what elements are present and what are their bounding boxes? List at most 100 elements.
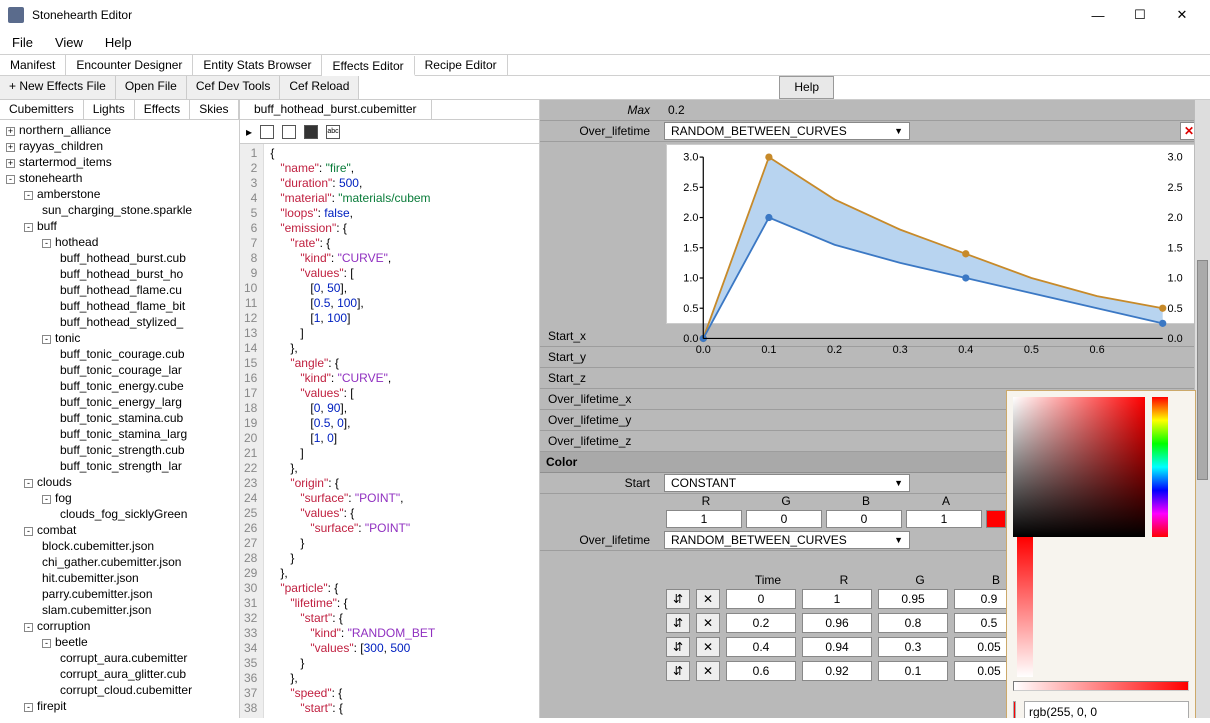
main-tab[interactable]: Recipe Editor (415, 55, 508, 75)
curve-chart[interactable]: 0.00.00.50.51.01.01.51.52.02.02.52.53.03… (666, 144, 1200, 324)
sub-tab[interactable]: Skies (190, 100, 238, 119)
tree-item[interactable]: +startermod_items (0, 154, 239, 170)
help-button[interactable]: Help (779, 76, 834, 99)
tree-item[interactable]: buff_hothead_flame_bit (0, 298, 239, 314)
tree-item[interactable]: -buff (0, 218, 239, 234)
new-doc-icon[interactable] (260, 125, 274, 139)
r-input[interactable] (666, 510, 742, 528)
close-button[interactable]: ✕ (1162, 3, 1202, 27)
menu-help[interactable]: Help (105, 35, 132, 50)
sub-tab[interactable]: Lights (84, 100, 135, 119)
a-input[interactable] (906, 510, 982, 528)
tree-item[interactable]: -corruption (0, 618, 239, 634)
tree-item[interactable]: +northern_alliance (0, 122, 239, 138)
main-tab[interactable]: Effects Editor (322, 56, 414, 76)
tree-item[interactable]: corrupt_aura.cubemitter (0, 650, 239, 666)
move-icon[interactable]: ⇵ (666, 661, 690, 681)
start-z-label[interactable]: Start_z (540, 371, 586, 385)
tree-item[interactable]: -firepit (0, 698, 239, 714)
picker-value-input[interactable] (1024, 701, 1189, 718)
menu-view[interactable]: View (55, 35, 83, 50)
minimize-button[interactable]: — (1078, 3, 1118, 27)
move-icon[interactable]: ⇵ (666, 589, 690, 609)
main-tab[interactable]: Manifest (0, 55, 66, 75)
tree-item[interactable]: chi_gather.cubemitter.json (0, 554, 239, 570)
ol-y-label[interactable]: Over_lifetime_y (540, 413, 631, 427)
menu-file[interactable]: File (12, 35, 33, 50)
over-lifetime-label: Over_lifetime (540, 124, 660, 138)
b-input[interactable] (826, 510, 902, 528)
tree-item[interactable]: buff_tonic_energy_larg (0, 394, 239, 410)
maximize-button[interactable]: ☐ (1120, 3, 1160, 27)
color-picker[interactable]: cancel CHOOSE (1006, 390, 1196, 718)
delete-icon[interactable]: ✕ (696, 589, 720, 609)
cef-devtools-button[interactable]: Cef Dev Tools (187, 76, 280, 99)
over-lifetime-dropdown[interactable]: RANDOM_BETWEEN_CURVES▼ (664, 122, 910, 140)
tree-item[interactable]: buff_hothead_stylized_ (0, 314, 239, 330)
tree-item[interactable]: buff_tonic_stamina_larg (0, 426, 239, 442)
alpha-slider[interactable] (1017, 537, 1033, 677)
tree-item[interactable]: hit.cubemitter.json (0, 570, 239, 586)
move-icon[interactable]: ⇵ (666, 613, 690, 633)
delete-icon[interactable]: ✕ (696, 637, 720, 657)
right-scrollbar[interactable] (1194, 100, 1210, 718)
start-y-label[interactable]: Start_y (540, 350, 586, 364)
tree-item[interactable]: corrupt_cloud.cubemitter (0, 682, 239, 698)
main-tab[interactable]: Encounter Designer (66, 55, 193, 75)
color-bar[interactable] (1013, 681, 1189, 691)
tree-item[interactable]: buff_tonic_strength.cub (0, 442, 239, 458)
color-swatch[interactable] (986, 510, 1006, 528)
tree-item[interactable]: block.cubemitter.json (0, 538, 239, 554)
scrollbar-thumb[interactable] (1197, 260, 1208, 480)
g-input[interactable] (746, 510, 822, 528)
tree-item[interactable]: corrupt_aura_glitter.cub (0, 666, 239, 682)
start-dropdown[interactable]: CONSTANT▼ (664, 474, 910, 492)
tree-item[interactable]: buff_tonic_courage.cub (0, 346, 239, 362)
sub-tab[interactable]: Effects (135, 100, 190, 119)
color-gradient[interactable] (1013, 397, 1145, 537)
tree-item[interactable]: +rayyas_children (0, 138, 239, 154)
open-file-button[interactable]: Open File (116, 76, 187, 99)
properties-panel[interactable]: Max0.2 Over_lifetime RANDOM_BETWEEN_CURV… (540, 100, 1210, 718)
tree-item[interactable]: -amberstone (0, 186, 239, 202)
tree-item[interactable]: -tonic (0, 330, 239, 346)
tree-item[interactable]: -stonehearth (0, 170, 239, 186)
code-editor[interactable]: { "name": "fire", "duration": 500, "mate… (264, 144, 539, 718)
save-icon[interactable] (304, 125, 318, 139)
ol-x-label[interactable]: Over_lifetime_x (540, 392, 631, 406)
tree-item[interactable]: buff_tonic_courage_lar (0, 362, 239, 378)
cef-reload-button[interactable]: Cef Reload (280, 76, 359, 99)
tree-item[interactable]: clouds_fog_sicklyGreen (0, 506, 239, 522)
tree-item[interactable]: -fog (0, 490, 239, 506)
file-tree[interactable]: +northern_alliance+rayyas_children+start… (0, 120, 239, 718)
tree-item[interactable]: slam.cubemitter.json (0, 602, 239, 618)
main-tab[interactable]: Entity Stats Browser (193, 55, 322, 75)
sub-tab[interactable]: Cubemitters (0, 100, 84, 119)
tree-item[interactable]: buff_hothead_flame.cu (0, 282, 239, 298)
tree-item[interactable]: buff_hothead_burst.cub (0, 250, 239, 266)
abc-icon[interactable]: abc (326, 125, 340, 139)
tree-item[interactable]: buff_tonic_stamina.cub (0, 410, 239, 426)
editor-tab[interactable]: buff_hothead_burst.cubemitter (240, 100, 432, 119)
tree-item[interactable]: sun_charging_stone.sparkle (0, 202, 239, 218)
hue-slider[interactable] (1152, 397, 1168, 537)
ol-z-label[interactable]: Over_lifetime_z (540, 434, 631, 448)
new-effects-button[interactable]: + New Effects File (0, 76, 116, 99)
tree-item[interactable]: -combat (0, 522, 239, 538)
tree-item[interactable]: buff_hothead_burst_ho (0, 266, 239, 282)
start-x-label[interactable]: Start_x (540, 329, 586, 343)
svg-text:0.5: 0.5 (683, 303, 698, 315)
move-icon[interactable]: ⇵ (666, 637, 690, 657)
over-lifetime2-dropdown[interactable]: RANDOM_BETWEEN_CURVES▼ (664, 531, 910, 549)
tree-item[interactable]: -beetle (0, 634, 239, 650)
tree-item[interactable]: buff_tonic_energy.cube (0, 378, 239, 394)
tree-item[interactable]: -hothead (0, 234, 239, 250)
open-icon[interactable] (282, 125, 296, 139)
tree-item[interactable]: buff_tonic_strength_lar (0, 458, 239, 474)
tree-item[interactable]: parry.cubemitter.json (0, 586, 239, 602)
delete-icon[interactable]: ✕ (696, 661, 720, 681)
svg-text:1.5: 1.5 (683, 242, 698, 254)
tree-item[interactable]: -clouds (0, 474, 239, 490)
collapse-icon[interactable]: ▸ (246, 125, 252, 139)
delete-icon[interactable]: ✕ (696, 613, 720, 633)
